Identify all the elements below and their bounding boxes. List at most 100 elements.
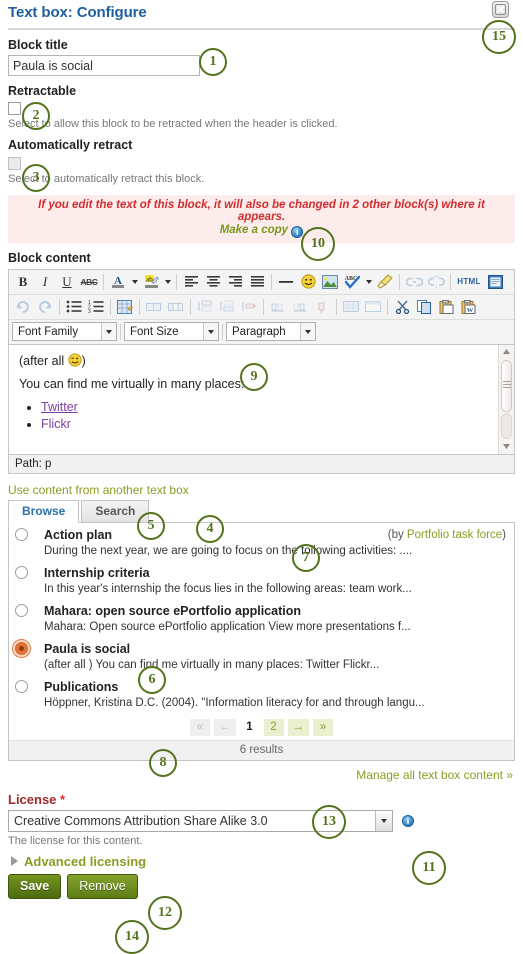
horizontal-rule-icon (279, 280, 293, 283)
numbered-list-button[interactable]: 123 (85, 296, 107, 317)
author-link[interactable]: Portfolio task force (407, 529, 502, 541)
paragraph-format-select[interactable]: Paragraph (226, 322, 316, 342)
font-size-select[interactable]: Font Size (124, 322, 219, 342)
list-item[interactable]: Action plan (by Portfolio task force) Du… (9, 523, 514, 561)
pagination-page-2[interactable]: 2 (263, 718, 284, 736)
editor-scrollbar[interactable] (498, 344, 514, 454)
insert-column-before-button[interactable] (267, 296, 289, 317)
underline-button[interactable]: U (56, 271, 78, 292)
paste-button[interactable] (435, 296, 457, 317)
result-radio[interactable] (15, 604, 28, 618)
insert-row-before-button[interactable] (194, 296, 216, 317)
result-radio-selected[interactable] (15, 642, 28, 656)
redo-button[interactable] (34, 296, 56, 317)
text-color-button[interactable]: A (107, 271, 129, 292)
bullet-list-button[interactable] (63, 296, 85, 317)
pagination-prev[interactable]: ← (214, 718, 236, 736)
result-radio[interactable] (15, 528, 28, 542)
editor-toolbar-row-3: Font Family Font Size Paragraph (9, 320, 514, 345)
list-item[interactable]: Mahara: open source ePortfolio applicati… (9, 599, 514, 637)
insert-column-after-button[interactable] (289, 296, 311, 317)
copy-button[interactable] (413, 296, 435, 317)
unlink-button[interactable] (425, 271, 447, 292)
retractable-checkbox[interactable] (8, 102, 21, 116)
align-left-button[interactable] (180, 271, 202, 292)
result-description: Höppner, Kristina D.C. (2004). "Informat… (44, 696, 425, 709)
result-radio[interactable] (15, 680, 28, 694)
bold-button[interactable]: B (12, 271, 34, 292)
table-properties-button[interactable] (114, 296, 136, 317)
license-label: License * (8, 792, 515, 807)
spellcheck-dropdown-arrow[interactable] (363, 271, 374, 292)
align-right-button[interactable] (224, 271, 246, 292)
insert-image-button[interactable] (319, 271, 341, 292)
fullscreen-button[interactable] (484, 271, 506, 292)
pagination-page-1[interactable]: 1 (240, 719, 260, 736)
html-source-button[interactable]: HTML (454, 271, 484, 292)
tab-browse[interactable]: Browse (8, 499, 80, 523)
use-content-link[interactable]: Use content from another text box (8, 483, 515, 497)
list-item[interactable]: Paula is social (after all ) You can fin… (9, 637, 514, 675)
twitter-link[interactable]: Twitter (41, 400, 78, 414)
background-color-dropdown-arrow[interactable] (162, 271, 173, 292)
horizontal-rule-button[interactable] (275, 271, 297, 292)
cell-properties-icon (365, 301, 381, 313)
background-color-button[interactable]: ab (140, 271, 162, 292)
list-item[interactable]: Internship criteria In this year's inter… (9, 561, 514, 599)
editor-content-area[interactable]: (after all ) You can find me virtually i… (9, 344, 514, 455)
manage-all-text-box-content-link[interactable]: Manage all text box content » (8, 768, 513, 782)
auto-retract-checkbox[interactable] (8, 156, 21, 170)
strikethrough-button[interactable]: ABC (78, 271, 100, 292)
row-properties-button[interactable] (340, 296, 362, 317)
callout-badge-6: 6 (138, 666, 166, 694)
delete-column-button[interactable] (311, 296, 333, 317)
close-icon[interactable] (492, 1, 509, 18)
list-item[interactable]: Publications Höppner, Kristina D.C. (200… (9, 675, 514, 713)
block-title-input[interactable] (8, 55, 200, 76)
chevron-down-icon (375, 810, 392, 831)
align-center-button[interactable] (202, 271, 224, 292)
dialog-header: Text box: Configure (8, 0, 515, 30)
emoticon-button[interactable] (297, 271, 319, 292)
link-icon (405, 277, 423, 286)
insert-row-after-button[interactable] (216, 296, 238, 317)
split-cells-button[interactable] (165, 296, 187, 317)
make-a-copy-link[interactable]: Make a copy (220, 224, 288, 236)
scroll-down-icon[interactable] (499, 440, 514, 454)
flickr-link[interactable]: Flickr (41, 417, 71, 431)
font-family-select[interactable]: Font Family (12, 322, 117, 342)
cut-button[interactable] (391, 296, 413, 317)
advanced-licensing-label[interactable]: Advanced licensing (24, 854, 146, 869)
pagination-next[interactable]: → (287, 718, 309, 736)
save-button[interactable]: Save (8, 873, 62, 899)
bullet-list-icon (66, 300, 82, 313)
fullscreen-icon (487, 274, 503, 289)
copy-icon (416, 299, 431, 314)
scroll-up-icon[interactable] (499, 345, 514, 359)
result-radio[interactable] (15, 566, 28, 580)
toolbar-separator (263, 298, 264, 315)
delete-row-button[interactable] (238, 296, 260, 317)
text-color-dropdown-arrow[interactable] (129, 271, 140, 292)
merge-cells-button[interactable] (143, 296, 165, 317)
paste-from-word-button[interactable]: W (457, 296, 479, 317)
align-left-icon (184, 276, 198, 287)
align-justify-button[interactable] (246, 271, 268, 292)
info-icon[interactable]: i (291, 225, 304, 238)
callout-badge-7: 7 (292, 544, 320, 572)
pagination-last[interactable]: » (313, 718, 333, 736)
scrollbar-track[interactable] (501, 412, 512, 439)
callout-badge-15: 15 (482, 20, 516, 54)
cell-properties-button[interactable] (362, 296, 384, 317)
result-author: (by Portfolio task force) (388, 529, 506, 541)
pagination-first[interactable]: « (190, 718, 210, 736)
required-indicator: * (60, 791, 66, 807)
insert-link-button[interactable] (403, 271, 425, 292)
remove-button[interactable]: Remove (67, 873, 138, 899)
undo-button[interactable] (12, 296, 34, 317)
italic-button[interactable]: I (34, 271, 56, 292)
spellcheck-button[interactable]: ABC (341, 271, 363, 292)
cleanup-button[interactable] (374, 271, 396, 292)
scrollbar-thumb[interactable] (501, 359, 512, 412)
license-info-icon[interactable]: i (402, 814, 414, 827)
